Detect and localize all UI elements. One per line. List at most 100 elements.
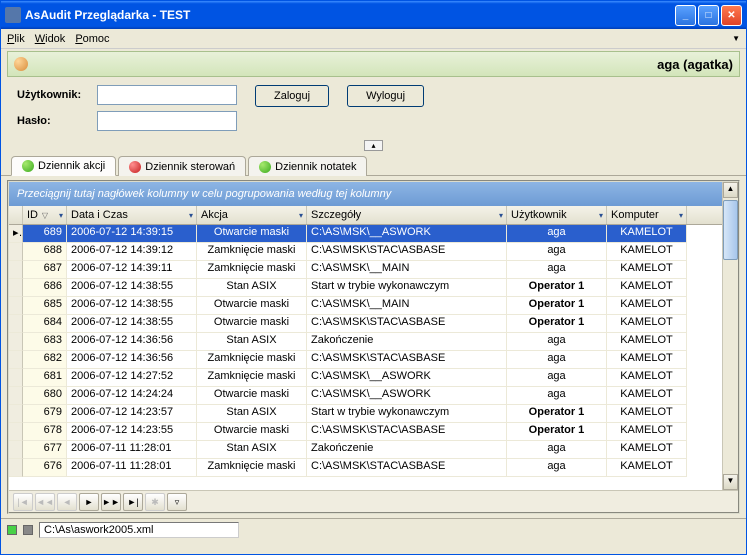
table-row[interactable]: 6842006-07-12 14:38:55Otwarcie maskiC:\A… — [9, 315, 738, 333]
grid-navigator: |◄ ◄◄ ◄ ► ►► ►| ✱ ▿ — [9, 490, 738, 512]
cell: aga — [507, 243, 607, 261]
filter-icon[interactable]: ▾ — [299, 211, 303, 220]
scroll-up-button[interactable]: ▲ — [723, 182, 738, 198]
nav-next-button[interactable]: ► — [79, 493, 99, 511]
menu-overflow-icon[interactable]: ▼ — [732, 34, 740, 43]
minimize-button[interactable]: _ — [675, 5, 696, 26]
cell: C:\AS\MSK\__ASWORK — [307, 369, 507, 387]
panel-collapse-handle[interactable]: ▴ — [1, 139, 746, 151]
cell: 2006-07-12 14:39:11 — [67, 261, 197, 279]
col-action[interactable]: Akcja▾ — [197, 206, 307, 224]
col-datetime[interactable]: Data i Czas▾ — [67, 206, 197, 224]
nav-prev-button[interactable]: ◄ — [57, 493, 77, 511]
app-icon — [5, 7, 21, 23]
cell: KAMELOT — [607, 297, 687, 315]
cell: Start w trybie wykonawczym — [307, 279, 507, 297]
tab-controls[interactable]: Dziennik sterowań — [118, 156, 246, 176]
cell: 2006-07-11 11:28:01 — [67, 459, 197, 477]
cell: KAMELOT — [607, 459, 687, 477]
cell: Otwarcie maski — [197, 225, 307, 243]
table-row[interactable]: 6772006-07-11 11:28:01Stan ASIXZakończen… — [9, 441, 738, 459]
nav-prev-page-button[interactable]: ◄◄ — [35, 493, 55, 511]
titlebar[interactable]: AsAudit Przeglądarka - TEST _ □ ✕ — [1, 1, 746, 29]
nav-first-button[interactable]: |◄ — [13, 493, 33, 511]
status-led-grey-icon — [23, 525, 33, 535]
table-row[interactable]: 6792006-07-12 14:23:57Stan ASIXStart w t… — [9, 405, 738, 423]
tab-label: Dziennik notatek — [275, 161, 356, 173]
row-indicator — [9, 423, 23, 441]
cell: aga — [507, 459, 607, 477]
tab-notes[interactable]: Dziennik notatek — [248, 156, 367, 176]
cell: aga — [507, 225, 607, 243]
cell: 2006-07-11 11:28:01 — [67, 441, 197, 459]
password-input[interactable] — [97, 111, 237, 131]
filter-icon[interactable]: ▾ — [189, 211, 193, 220]
grid-body[interactable]: ▸6892006-07-12 14:39:15Otwarcie maskiC:\… — [9, 225, 738, 490]
col-computer[interactable]: Komputer▾ — [607, 206, 687, 224]
table-row[interactable]: 6862006-07-12 14:38:55Stan ASIXStart w t… — [9, 279, 738, 297]
row-indicator — [9, 387, 23, 405]
cell: Zamknięcie maski — [197, 369, 307, 387]
cell: 686 — [23, 279, 67, 297]
table-row[interactable]: 6802006-07-12 14:24:24Otwarcie maskiC:\A… — [9, 387, 738, 405]
cell: 682 — [23, 351, 67, 369]
nav-next-page-button[interactable]: ►► — [101, 493, 121, 511]
filter-icon[interactable]: ▾ — [499, 211, 503, 220]
nav-last-button[interactable]: ►| — [123, 493, 143, 511]
cell: KAMELOT — [607, 351, 687, 369]
group-by-header[interactable]: Przeciągnij tutaj nagłówek kolumny w cel… — [9, 182, 738, 206]
cell: 681 — [23, 369, 67, 387]
cell: 2006-07-12 14:23:57 — [67, 405, 197, 423]
filter-icon[interactable]: ▾ — [679, 211, 683, 220]
col-id[interactable]: ID▽▾ — [23, 206, 67, 224]
cell: Otwarcie maski — [197, 423, 307, 441]
vertical-scrollbar[interactable]: ▲ ▼ — [722, 182, 738, 490]
row-indicator — [9, 459, 23, 477]
row-indicator — [9, 441, 23, 459]
logout-button[interactable]: Wyloguj — [347, 85, 424, 107]
close-button[interactable]: ✕ — [721, 5, 742, 26]
cell: 2006-07-12 14:38:55 — [67, 297, 197, 315]
nav-bookmark-button[interactable]: ✱ — [145, 493, 165, 511]
table-row[interactable]: 6782006-07-12 14:23:55Otwarcie maskiC:\A… — [9, 423, 738, 441]
cell: KAMELOT — [607, 405, 687, 423]
table-row[interactable]: 6822006-07-12 14:36:56Zamknięcie maskiC:… — [9, 351, 738, 369]
tab-actions[interactable]: Dziennik akcji — [11, 156, 116, 176]
user-info-bar: aga (agatka) — [7, 51, 740, 77]
cell: C:\AS\MSK\STAC\ASBASE — [307, 315, 507, 333]
cell: 2006-07-12 14:38:55 — [67, 315, 197, 333]
nav-filter-button[interactable]: ▿ — [167, 493, 187, 511]
table-row[interactable]: 6762006-07-11 11:28:01Zamknięcie maskiC:… — [9, 459, 738, 477]
menubar: Plik Widok Pomoc ▼ — [1, 29, 746, 49]
scroll-thumb[interactable] — [723, 200, 738, 260]
app-window: AsAudit Przeglądarka - TEST _ □ ✕ Plik W… — [0, 0, 747, 555]
row-indicator: ▸ — [9, 225, 23, 243]
cell: aga — [507, 333, 607, 351]
login-button[interactable]: Zaloguj — [255, 85, 329, 107]
scroll-down-button[interactable]: ▼ — [723, 474, 738, 490]
table-row[interactable]: 6882006-07-12 14:39:12Zamknięcie maskiC:… — [9, 243, 738, 261]
status-file-path: C:\As\aswork2005.xml — [39, 522, 239, 538]
col-details[interactable]: Szczegóły▾ — [307, 206, 507, 224]
table-row[interactable]: 6812006-07-12 14:27:52Zamknięcie maskiC:… — [9, 369, 738, 387]
cell: Zakończenie — [307, 441, 507, 459]
cell: Operator 1 — [507, 279, 607, 297]
filter-icon[interactable]: ▾ — [599, 211, 603, 220]
menu-file[interactable]: Plik — [7, 33, 25, 45]
filter-icon[interactable]: ▾ — [59, 211, 63, 220]
username-input[interactable] — [97, 85, 237, 105]
maximize-button[interactable]: □ — [698, 5, 719, 26]
cell: C:\AS\MSK\__MAIN — [307, 297, 507, 315]
table-row[interactable]: 6872006-07-12 14:39:11Zamknięcie maskiC:… — [9, 261, 738, 279]
col-user[interactable]: Użytkownik▾ — [507, 206, 607, 224]
menu-help[interactable]: Pomoc — [75, 33, 109, 45]
check-icon — [22, 160, 34, 172]
cell: KAMELOT — [607, 279, 687, 297]
cell: 2006-07-12 14:24:24 — [67, 387, 197, 405]
table-row[interactable]: ▸6892006-07-12 14:39:15Otwarcie maskiC:\… — [9, 225, 738, 243]
cell: Stan ASIX — [197, 441, 307, 459]
menu-view[interactable]: Widok — [35, 33, 66, 45]
tab-label: Dziennik sterowań — [145, 161, 235, 173]
table-row[interactable]: 6852006-07-12 14:38:55Otwarcie maskiC:\A… — [9, 297, 738, 315]
table-row[interactable]: 6832006-07-12 14:36:56Stan ASIXZakończen… — [9, 333, 738, 351]
